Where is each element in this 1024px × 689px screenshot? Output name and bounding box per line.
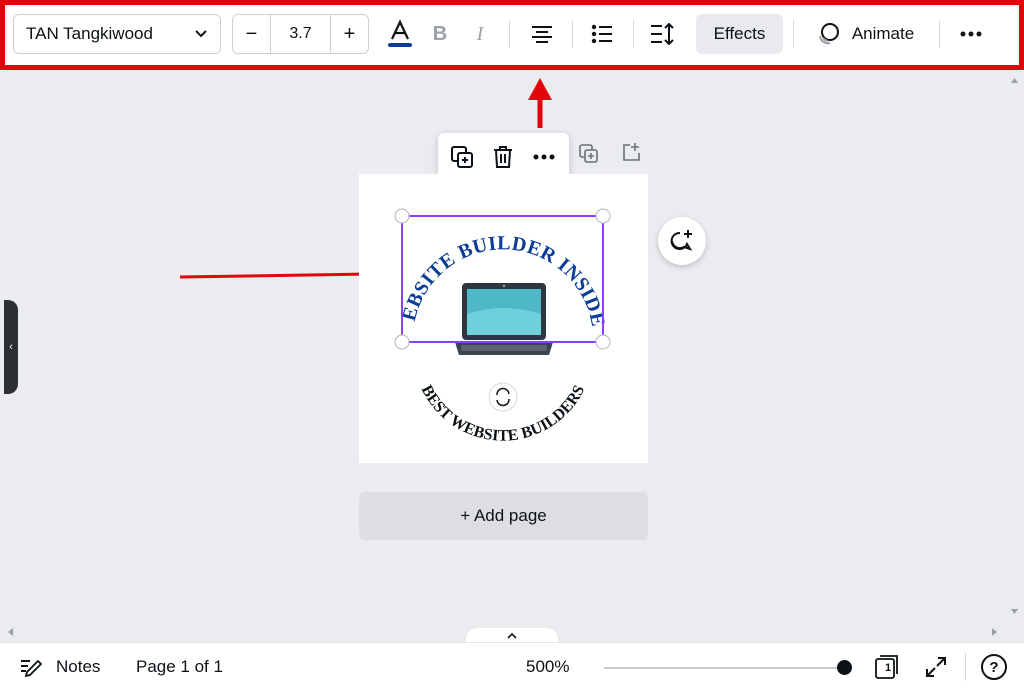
comment-plus-icon (670, 230, 693, 251)
page-indicator[interactable]: Page 1 of 1 (136, 643, 223, 689)
resize-handle (595, 334, 611, 350)
fullscreen-icon[interactable] (922, 655, 950, 679)
design-page[interactable]: WEBSITE BUILDER INSIDER BEST WEBSITE BUI… (349, 157, 648, 463)
page-count: 1 (885, 662, 892, 674)
rotate-handle (488, 382, 518, 412)
resize-handle (394, 208, 410, 224)
page-grid-button[interactable]: 1 (872, 653, 902, 681)
add-page-button[interactable]: + Add page (359, 492, 648, 540)
resize-handle (394, 334, 410, 350)
help-button[interactable]: ? (981, 654, 1007, 680)
resize-handle (595, 208, 611, 224)
zoom-slider-track[interactable] (604, 667, 844, 669)
notes-label: Notes (56, 656, 101, 676)
notes-icon (21, 659, 43, 677)
add-comment-button[interactable] (658, 217, 706, 265)
zoom-slider-handle[interactable] (837, 660, 852, 675)
bottom-bar: Notes Page 1 of 1 500% 1 ? (0, 642, 1024, 689)
logo-graphic: WEBSITE BUILDER INSIDER BEST WEBSITE BUI… (349, 157, 611, 445)
zoom-level[interactable]: 500% (526, 643, 569, 689)
notes-button[interactable]: Notes (20, 643, 100, 689)
laptop-icon (455, 283, 553, 355)
chevron-up-icon (507, 632, 517, 639)
